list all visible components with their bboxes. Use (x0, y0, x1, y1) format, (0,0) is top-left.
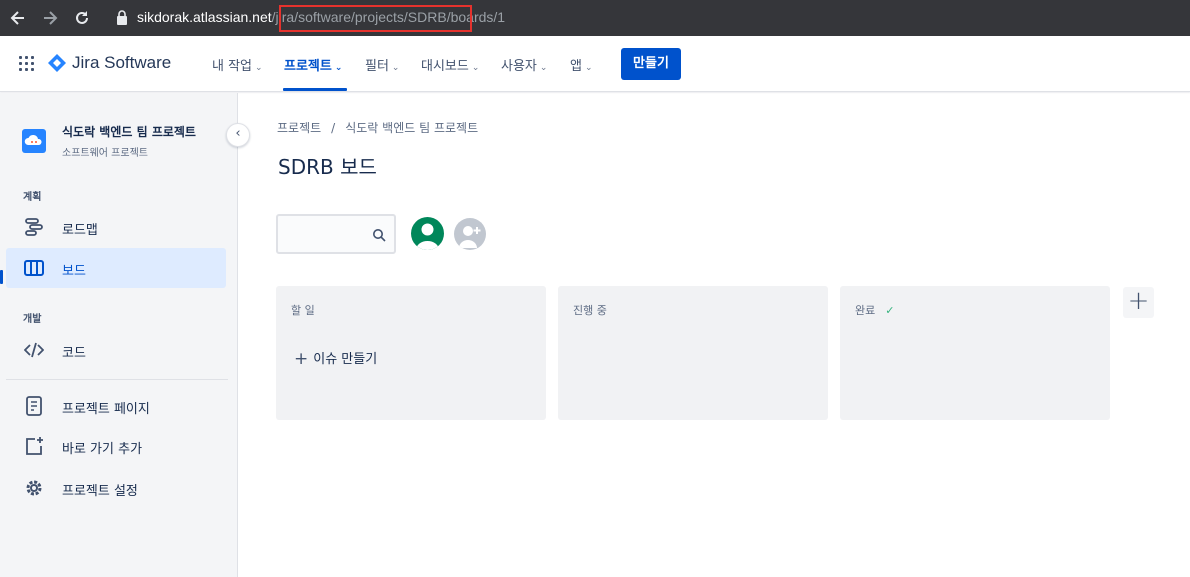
add-shortcut-icon (24, 436, 44, 456)
column-title: 할 일 (291, 304, 315, 317)
search-icon (372, 227, 386, 242)
nav-label: 프로젝트 (284, 59, 332, 74)
project-sidebar: 식도락 백엔드 팀 프로젝트 소프트웨어 프로젝트 계획 로드맵 보드 개발 코… (0, 93, 238, 577)
create-issue-label: 이슈 만들기 (313, 352, 378, 367)
roadmap-icon (24, 217, 44, 237)
board-column-in-progress: 진행 중 (558, 286, 828, 420)
sidebar-item-label: 프로젝트 페이지 (62, 402, 150, 417)
page-icon (24, 396, 44, 416)
add-column-button[interactable]: + (1123, 287, 1154, 318)
add-people-button[interactable] (454, 218, 486, 250)
sidebar-item-project-settings[interactable]: 프로젝트 설정 (6, 468, 226, 508)
nav-filters[interactable]: 필터 ⌄ (365, 55, 399, 74)
sidebar-item-project-pages[interactable]: 프로젝트 페이지 (6, 386, 226, 426)
app-switcher-icon[interactable] (19, 56, 35, 72)
create-issue-button[interactable]: + 이슈 만들기 (294, 348, 377, 369)
project-avatar (22, 129, 46, 153)
chevron-down-icon: ⌄ (539, 63, 548, 73)
nav-label: 대시보드 (421, 59, 469, 74)
page-title: SDRB 보드 (278, 155, 377, 179)
board-icon (24, 258, 44, 278)
sidebar-item-code[interactable]: 코드 (6, 330, 226, 370)
nav-dashboards[interactable]: 대시보드 ⌄ (421, 55, 479, 74)
collapse-sidebar-button[interactable]: ‹ (226, 123, 250, 147)
check-icon: ✓ (885, 304, 895, 317)
lock-icon (117, 10, 127, 26)
nav-label: 앱 (570, 59, 582, 74)
chevron-down-icon: ⌄ (584, 63, 593, 73)
chevron-left-icon: ‹ (235, 126, 241, 141)
nav-label: 사용자 (501, 59, 537, 74)
sidebar-item-label: 바로 가기 추가 (62, 442, 143, 457)
sidebar-item-label: 로드맵 (62, 223, 98, 238)
breadcrumb-item[interactable]: 프로젝트 (277, 121, 321, 135)
chevron-down-icon: ⌄ (255, 63, 263, 73)
sidebar-item-add-shortcut[interactable]: 바로 가기 추가 (6, 426, 226, 466)
sidebar-item-roadmap[interactable]: 로드맵 (6, 207, 226, 247)
breadcrumb-item[interactable]: 식도락 백엔드 팀 프로젝트 (345, 121, 478, 135)
app-name: Jira Software (72, 53, 172, 72)
reload-icon[interactable] (72, 8, 92, 28)
breadcrumb-separator: / (331, 121, 336, 135)
url-host: sikdorak.atlassian.net (137, 9, 272, 25)
project-type: 소프트웨어 프로젝트 (62, 148, 148, 159)
section-development: 개발 (23, 314, 42, 325)
chevron-down-icon: ⌄ (471, 63, 480, 73)
top-navigation: Jira Software 내 작업 ⌄ 프로젝트 ⌄ 필터 ⌄ 대시보드 ⌄ 사용자 ⌄… (0, 36, 1190, 92)
sidebar-item-label: 프로젝트 설정 (62, 484, 138, 499)
board-search-input[interactable] (276, 214, 396, 254)
nav-label: 내 작업 (212, 59, 253, 74)
sidebar-item-label: 보드 (62, 264, 86, 279)
add-person-icon (459, 226, 481, 248)
nav-projects[interactable]: 프로젝트 ⌄ (284, 55, 342, 74)
sidebar-item-label: 코드 (62, 346, 86, 361)
code-icon (23, 340, 45, 360)
breadcrumb: 프로젝트 / 식도락 백엔드 팀 프로젝트 (277, 119, 478, 136)
arrow-left-icon[interactable] (8, 8, 28, 28)
jira-logo[interactable]: Jira Software (48, 53, 171, 73)
sidebar-divider (6, 379, 228, 380)
project-name[interactable]: 식도락 백엔드 팀 프로젝트 (62, 123, 196, 140)
gear-icon (24, 478, 44, 498)
chevron-down-icon: ⌄ (391, 63, 400, 73)
arrow-right-icon[interactable] (40, 8, 60, 28)
column-title-wrap: 완료 ✓ (855, 302, 894, 318)
create-button[interactable]: 만들기 (621, 48, 681, 80)
selected-indicator (0, 269, 3, 284)
plus-icon: + (1127, 286, 1150, 316)
active-nav-indicator (283, 88, 347, 91)
nav-label: 필터 (365, 59, 389, 74)
section-planning: 계획 (23, 192, 42, 203)
browser-toolbar: sikdorak.atlassian.net/jira/software/pro… (0, 0, 1190, 36)
board-column-todo: 할 일 + 이슈 만들기 (276, 286, 546, 420)
column-title: 완료 (855, 304, 876, 317)
board-column-done: 완료 ✓ (840, 286, 1110, 420)
plus-icon: + (294, 349, 309, 369)
sidebar-item-board[interactable]: 보드 (6, 248, 226, 288)
chevron-down-icon: ⌄ (334, 63, 343, 73)
url-highlight-box (279, 5, 472, 32)
user-avatar[interactable] (411, 217, 444, 250)
nav-people[interactable]: 사용자 ⌄ (501, 55, 547, 74)
nav-apps[interactable]: 앱 ⌄ (570, 55, 593, 74)
nav-my-work[interactable]: 내 작업 ⌄ (212, 55, 263, 74)
jira-diamond-icon (48, 54, 66, 72)
column-title: 진행 중 (573, 304, 607, 317)
